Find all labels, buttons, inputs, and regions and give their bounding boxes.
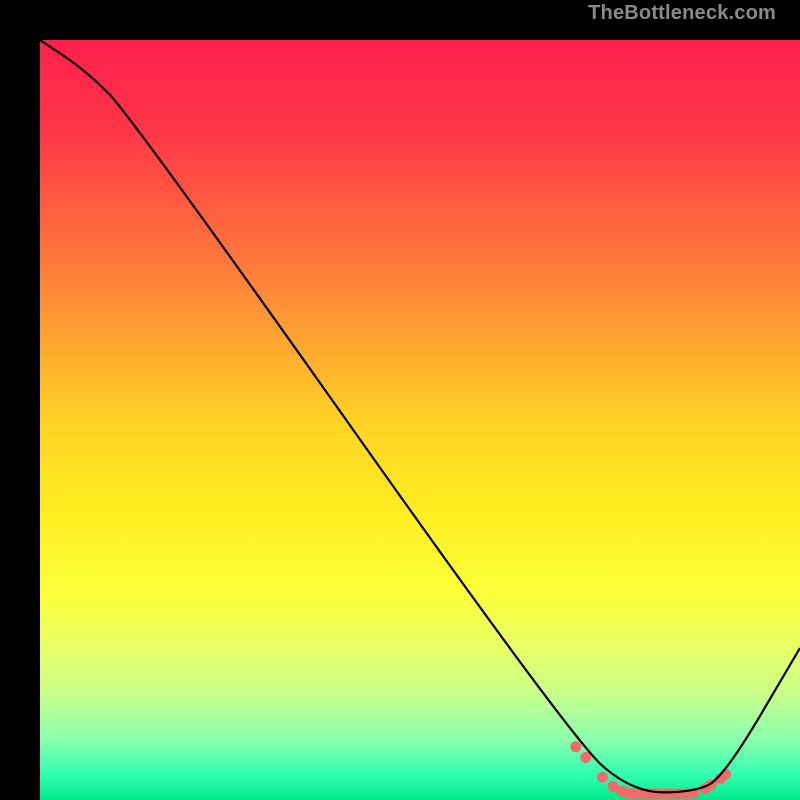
bottleneck-chart xyxy=(40,40,800,800)
chart-frame xyxy=(20,20,780,780)
gradient-background xyxy=(40,40,800,800)
highlight-dot xyxy=(597,772,608,783)
highlight-dot xyxy=(570,741,581,752)
watermark-text: TheBottleneck.com xyxy=(588,2,776,25)
